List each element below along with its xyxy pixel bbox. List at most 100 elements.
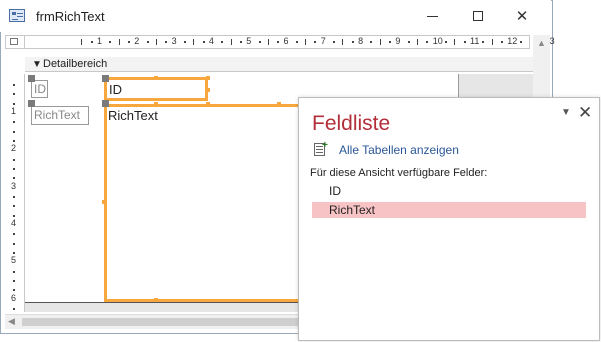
section-collapse-icon[interactable]: ▼ xyxy=(32,59,42,70)
form-selector[interactable] xyxy=(5,35,25,49)
ruler-tick xyxy=(81,39,83,45)
ruler-number: 10 xyxy=(432,36,443,46)
maximize-icon xyxy=(473,11,483,21)
ruler-tick xyxy=(155,39,157,45)
vruler-tick xyxy=(13,158,15,161)
ruler-tick xyxy=(370,41,373,43)
ruler-tick xyxy=(482,41,485,43)
horizontal-scroll-thumb[interactable] xyxy=(22,318,312,326)
vruler-number: 2 xyxy=(11,143,17,154)
vruler-number: 5 xyxy=(11,255,17,266)
ruler-tick xyxy=(463,41,466,43)
ruler-tick xyxy=(342,39,344,45)
ruler-number: 7 xyxy=(320,36,326,46)
vruler-tick xyxy=(13,214,15,217)
ruler-tick xyxy=(426,41,429,43)
ruler-number: 4 xyxy=(208,36,214,46)
field-item-richtext[interactable]: RichText xyxy=(312,202,586,218)
title-bar[interactable]: frmRichText ✕ xyxy=(0,0,551,32)
ruler-tick xyxy=(165,41,168,43)
ruler-tick xyxy=(389,41,392,43)
scroll-up-icon[interactable]: ▲ xyxy=(537,38,546,48)
vruler-tick xyxy=(13,251,15,254)
ruler-tick xyxy=(314,41,317,43)
ruler-tick xyxy=(417,39,419,45)
ruler-tick xyxy=(277,41,280,43)
vruler-tick xyxy=(13,102,15,105)
ruler-tick xyxy=(267,39,269,45)
vruler-number: 1 xyxy=(11,106,17,116)
id-label-move-handle[interactable] xyxy=(28,75,35,82)
close-icon: ✕ xyxy=(515,8,529,25)
id-label[interactable]: ID xyxy=(31,80,48,98)
minimize-icon xyxy=(426,15,438,17)
ruler-tick xyxy=(90,41,93,43)
vruler-tick xyxy=(13,270,15,273)
ruler-tick xyxy=(118,39,120,45)
selection-dot[interactable] xyxy=(154,102,158,106)
ruler-tick xyxy=(146,41,149,43)
scroll-left-icon[interactable]: ◀ xyxy=(8,316,15,327)
ruler-tick xyxy=(202,41,205,43)
vruler-tick xyxy=(13,195,15,198)
show-all-tables-link[interactable]: Alle Tabellen anzeigen xyxy=(339,143,459,157)
minimize-button[interactable] xyxy=(410,0,454,32)
vruler-tick xyxy=(13,177,15,180)
ruler-tick xyxy=(109,41,112,43)
close-button[interactable]: ✕ xyxy=(500,0,544,32)
ruler-tick xyxy=(491,39,493,45)
ruler-tick xyxy=(379,39,381,45)
ruler-number: 1 xyxy=(97,36,103,46)
ruler-number: 6 xyxy=(283,36,289,46)
richtext-textbox[interactable] xyxy=(104,104,304,302)
ruler-number: 12 xyxy=(507,36,518,46)
ruler-tick xyxy=(221,41,224,43)
vruler-tick xyxy=(13,233,15,236)
ruler-tick xyxy=(230,39,232,45)
richtext-label[interactable]: RichText xyxy=(31,106,89,125)
ruler-tick xyxy=(295,41,298,43)
id-textbox-text: ID xyxy=(109,82,122,97)
ruler-tick xyxy=(305,39,307,45)
available-fields-heading: Für diese Ansicht verfügbare Felder: xyxy=(310,167,488,179)
vruler-tick xyxy=(13,307,15,310)
selection-dot[interactable] xyxy=(154,298,158,302)
vruler-tick xyxy=(13,242,15,245)
ruler-tick xyxy=(519,41,522,43)
vruler-tick xyxy=(13,121,15,124)
selection-dot[interactable] xyxy=(206,76,210,80)
ruler-tick xyxy=(193,39,195,45)
ruler-tick xyxy=(258,41,261,43)
selection-dot[interactable] xyxy=(206,88,210,92)
vruler-number: 6 xyxy=(11,292,17,303)
form-icon xyxy=(9,9,25,22)
richtext-label-move-handle[interactable] xyxy=(28,100,35,107)
pane-close-icon[interactable]: ✕ xyxy=(578,103,592,123)
ruler-number: 3 xyxy=(171,36,177,46)
selection-dot[interactable] xyxy=(277,102,281,106)
id-textbox-move-handle[interactable] xyxy=(102,75,109,82)
ruler-number: 2 xyxy=(134,36,140,46)
ruler-number: 9 xyxy=(395,36,401,46)
ruler-number: 8 xyxy=(358,36,364,46)
vruler-tick xyxy=(13,279,15,282)
pane-options-icon[interactable]: ▼ xyxy=(561,107,571,118)
vruler-tick xyxy=(13,167,15,170)
ruler-tick xyxy=(333,41,336,43)
ruler-tick xyxy=(445,41,448,43)
selection-dot[interactable] xyxy=(206,102,210,106)
selection-dot[interactable] xyxy=(154,76,158,80)
field-item-id[interactable]: ID xyxy=(312,183,586,199)
vruler-tick xyxy=(13,205,15,208)
maximize-button[interactable] xyxy=(456,0,500,32)
field-list-title: Feldliste xyxy=(312,112,391,135)
selection-dot[interactable] xyxy=(102,200,106,204)
ruler-tick xyxy=(454,39,456,45)
ruler-tick xyxy=(500,41,503,43)
vruler-number: 4 xyxy=(11,217,17,228)
ruler-tick xyxy=(183,41,186,43)
vruler-tick xyxy=(13,84,15,87)
ruler-number: 5 xyxy=(246,36,252,46)
section-label: Detailbereich xyxy=(43,58,108,70)
richtext-textbox-move-handle[interactable] xyxy=(102,100,109,107)
